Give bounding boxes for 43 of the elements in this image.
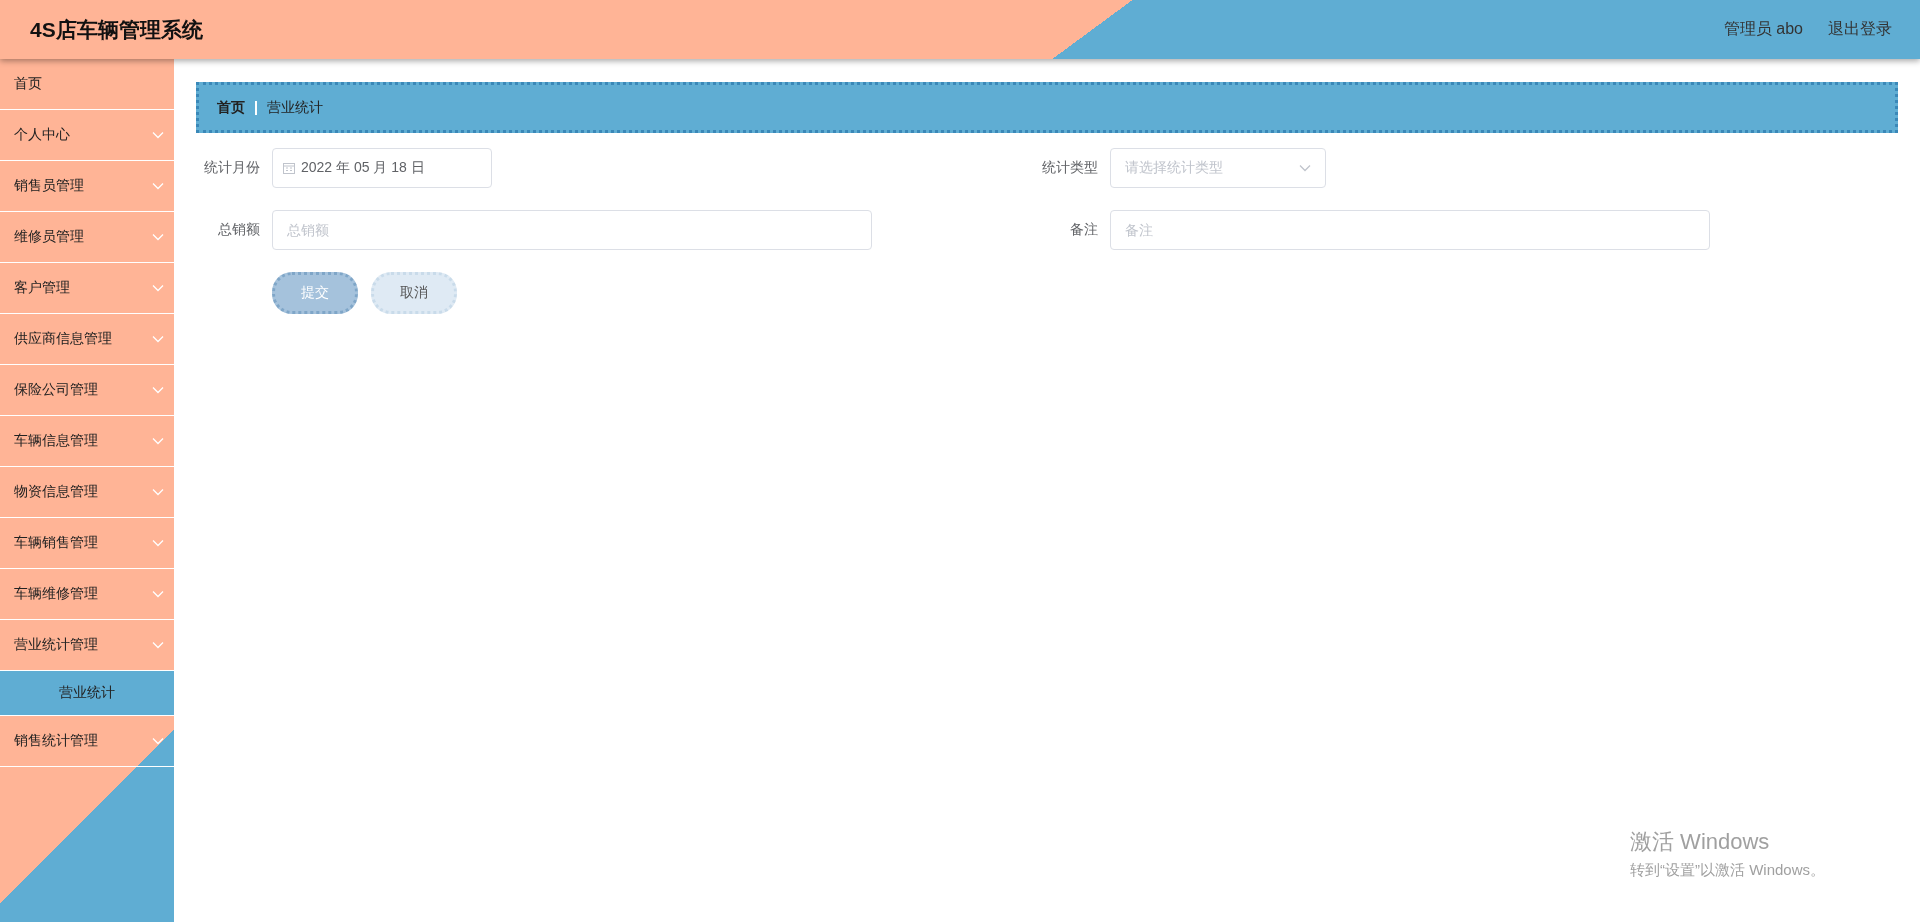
activation-hint: 转到“设置”以激活 Windows。 <box>1630 861 1825 880</box>
sidebar-item[interactable]: 车辆维修管理 <box>0 569 174 620</box>
chevron-down-icon <box>152 131 164 139</box>
sidebar-item[interactable]: 客户管理 <box>0 263 174 314</box>
chevron-down-icon <box>152 539 164 547</box>
sidebar-item[interactable]: 个人中心 <box>0 110 174 161</box>
sidebar-item[interactable]: 销售员管理 <box>0 161 174 212</box>
field-label: 备注 <box>1069 221 1099 239</box>
activation-title: 激活 Windows <box>1630 828 1771 856</box>
user-name: 管理员 abo <box>1723 19 1803 39</box>
logout-link[interactable]: 退出登录 <box>1828 19 1892 40</box>
date-value: 2022 年 05 月 18 日 <box>301 159 425 177</box>
breadcrumb-item[interactable]: 营业统计 <box>267 98 323 117</box>
chevron-down-icon <box>152 737 164 745</box>
calendar-icon <box>283 162 295 174</box>
sidebar-item[interactable]: 销售统计管理 <box>0 716 174 767</box>
cancel-button[interactable]: 取消 <box>371 272 457 314</box>
sidebar-item[interactable]: 维修员管理 <box>0 212 174 263</box>
chevron-down-icon <box>152 437 164 445</box>
chevron-down-icon <box>1299 164 1311 172</box>
date-field[interactable]: 2022 年 05 月 18 日 <box>272 148 492 188</box>
chevron-down-icon <box>152 335 164 343</box>
input-field[interactable]: 备注 <box>1110 210 1710 250</box>
sidebar-item[interactable]: 供应商信息管理 <box>0 314 174 365</box>
chevron-down-icon <box>152 641 164 649</box>
field-label: 统计月份 <box>203 159 261 177</box>
app-title: 4S店车辆管理系统 <box>30 16 203 43</box>
sidebar-item[interactable]: 物资信息管理 <box>0 467 174 518</box>
chevron-down-icon <box>152 488 164 496</box>
sidebar-item[interactable]: 车辆信息管理 <box>0 416 174 467</box>
breadcrumb-item[interactable]: 首页 <box>217 98 245 117</box>
chevron-down-icon <box>152 284 164 292</box>
sidebar-item[interactable]: 车辆销售管理 <box>0 518 174 569</box>
chevron-down-icon <box>152 182 164 190</box>
sidebar-item[interactable]: 保险公司管理 <box>0 365 174 416</box>
chevron-down-icon <box>152 233 164 241</box>
input-field[interactable]: 总销额 <box>272 210 872 250</box>
sidebar-item[interactable]: 首页 <box>0 59 174 110</box>
field-label: 统计类型 <box>1041 159 1099 177</box>
chevron-down-icon <box>152 590 164 598</box>
sidebar-subitem[interactable]: 营业统计 <box>0 671 174 716</box>
field-label: 总销额 <box>217 221 261 239</box>
chevron-down-icon <box>152 386 164 394</box>
